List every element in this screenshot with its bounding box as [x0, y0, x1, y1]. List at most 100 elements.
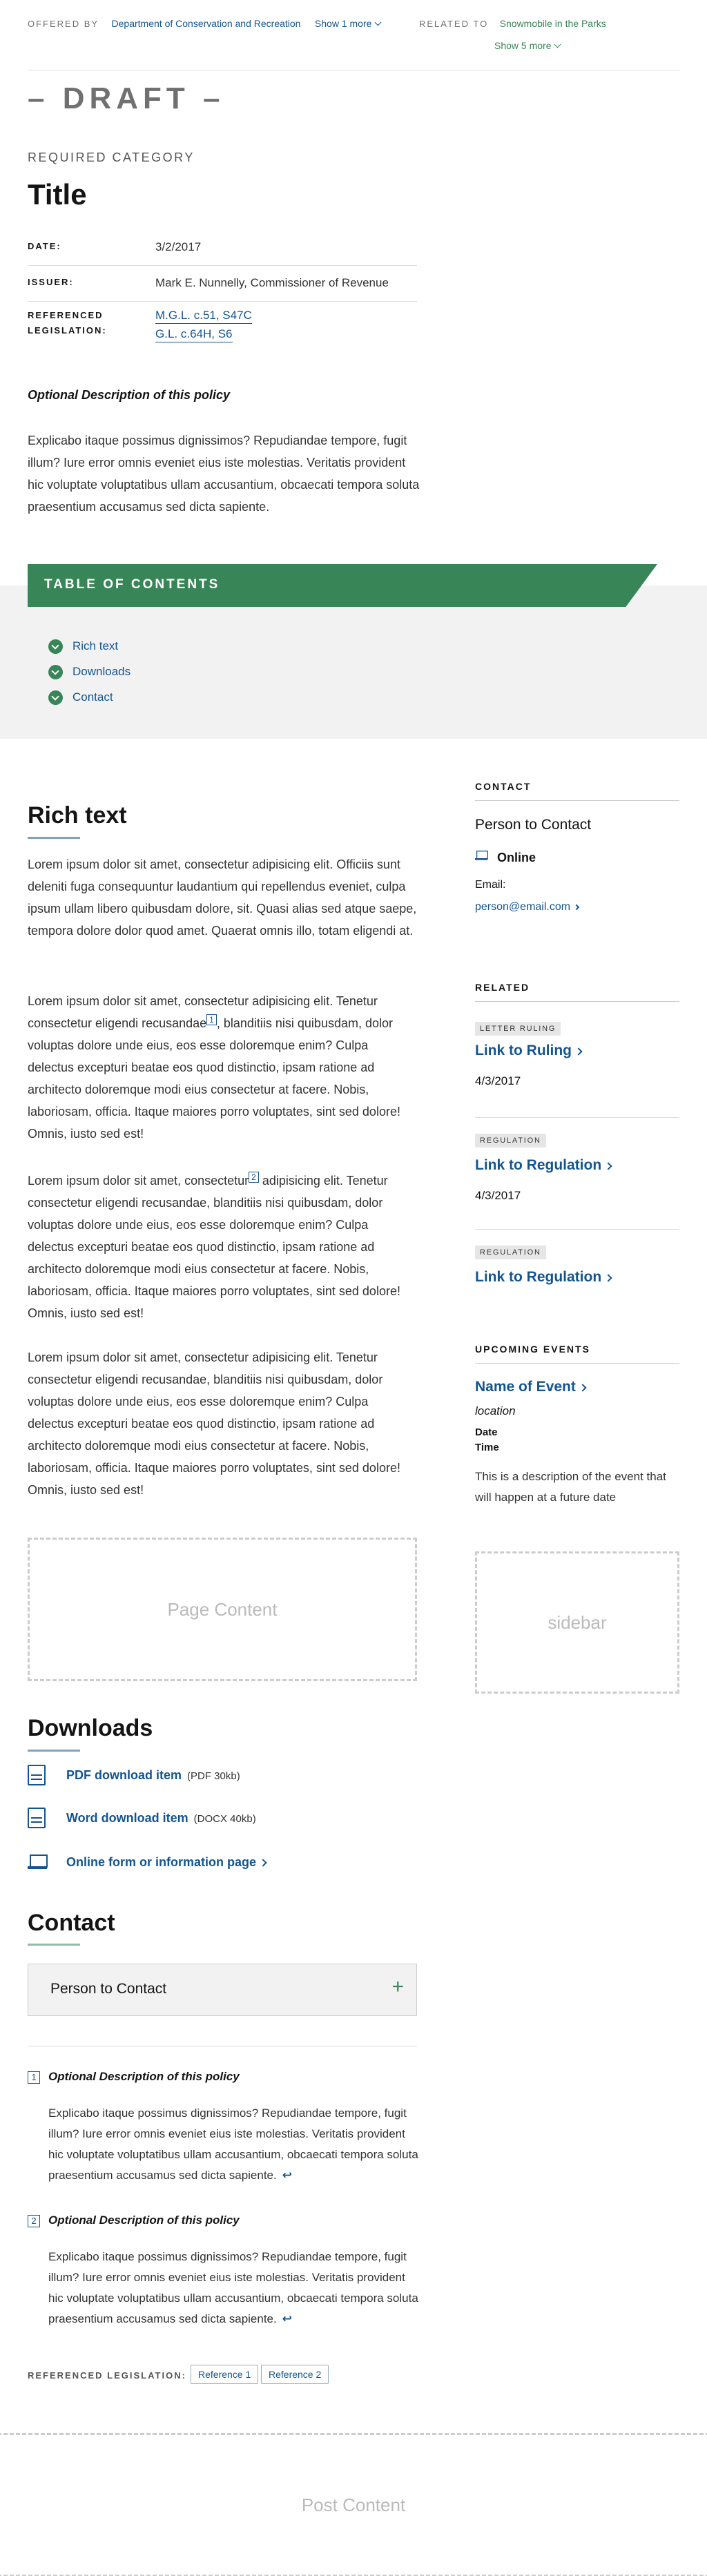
footnote-ref-1[interactable]: 1 [206, 1014, 217, 1025]
references-label: REFERENCED LEGISLATION: [28, 2370, 186, 2381]
related-badge: REGULATION [475, 1246, 546, 1259]
event-time: Time [475, 1442, 499, 1453]
rich-text-paragraph-3: Lorem ipsum dolor sit amet, consectetur 2… [28, 1172, 400, 1320]
sidebar-contact-heading: CONTACT [475, 781, 679, 801]
event-location: location [475, 1404, 516, 1417]
word-file-meta: (DOCX 40kb) [193, 1813, 256, 1825]
show-more-related-button[interactable]: Show 5 more [494, 40, 561, 51]
plus-icon: + [391, 1975, 404, 1998]
chevron-down-circle-icon [48, 665, 63, 680]
toc-background [0, 585, 707, 739]
sidebar-email-link[interactable]: person@email.com [475, 901, 580, 913]
download-item-online: Online form or information page [28, 1852, 417, 1875]
footnote-heading: Optional Description of this policy [48, 2214, 240, 2227]
related-date: 4/3/2017 [475, 1074, 521, 1087]
pdf-download-link[interactable]: PDF download item [66, 1768, 182, 1782]
contact-accordion[interactable]: Person to Contact + [28, 1964, 417, 2016]
toc-title: TABLE OF CONTENTS [44, 577, 220, 592]
sidebar-contact-name: Person to Contact [475, 817, 592, 833]
legislation-row: REFERENCED LEGISLATION: M.G.L. c.51, S47… [28, 308, 417, 349]
online-form-link[interactable]: Online form or information page [66, 1855, 267, 1870]
laptop-icon [28, 1854, 48, 1870]
heading-rule [28, 1944, 80, 1946]
related-to-link[interactable]: Snowmobile in the Parks [500, 18, 606, 29]
rich-text-paragraph-1: Lorem ipsum dolor sit amet, consectetur … [28, 858, 417, 938]
reference-1-button[interactable]: Reference 1 [191, 2365, 259, 2384]
footnote-heading: Optional Description of this policy [48, 2070, 240, 2083]
sidebar-placeholder: sidebar [475, 1551, 679, 1694]
arrow-right-icon [573, 904, 580, 911]
top-meta-bar: OFFERED BY Department of Conservation an… [28, 18, 679, 70]
related-date: 4/3/2017 [475, 1189, 521, 1202]
arrow-right-icon [604, 1162, 612, 1170]
legislation-label: REFERENCED LEGISLATION: [28, 310, 107, 336]
offered-by-link[interactable]: Department of Conservation and Recreatio… [112, 18, 301, 29]
related-badge: LETTER RULING [475, 1022, 561, 1036]
issuer-row: ISSUER: Mark E. Nunnelly, Commissioner o… [28, 266, 417, 302]
download-item-word: Word download item (DOCX 40kb) [28, 1808, 417, 1831]
date-label: DATE: [28, 241, 61, 251]
footnote-ref-2[interactable]: 2 [249, 1172, 259, 1183]
footnote-1-header: 1 Optional Description of this policy [28, 2070, 240, 2084]
return-arrow-icon[interactable]: ↩ [282, 2312, 292, 2325]
legislation-link-2[interactable]: G.L. c.64H, S6 [155, 327, 233, 342]
page-content-placeholder: Page Content [28, 1538, 417, 1681]
toc-item-downloads[interactable]: Downloads [48, 665, 130, 680]
footnote-1-text: Explicabo itaque possimus dignissimos? R… [48, 2107, 418, 2182]
arrow-right-icon [604, 1274, 612, 1282]
offered-by-label: OFFERED BY [28, 19, 99, 29]
sidebar-related-heading: RELATED [475, 982, 679, 1002]
footnote-number: 1 [28, 2071, 40, 2084]
related-link-regulation-2[interactable]: Link to Regulation [475, 1269, 612, 1286]
heading-rule [28, 1750, 80, 1752]
description-heading: Optional Description of this policy [28, 388, 231, 402]
date-row: DATE: 3/2/2017 [28, 235, 417, 266]
contact-heading: Contact [28, 1910, 115, 1936]
event-date: Date [475, 1426, 498, 1438]
rich-text-paragraph-2: Lorem ipsum dolor sit amet, consectetur … [28, 994, 400, 1141]
toc-item-contact[interactable]: Contact [48, 690, 113, 706]
page: OFFERED BY Department of Conservation an… [0, 0, 707, 2576]
related-to: RELATED TO Snowmobile in the Parks [419, 18, 606, 30]
description-text: Explicabo itaque possimus dignissimos? R… [28, 434, 420, 514]
related-divider [475, 1117, 679, 1118]
return-arrow-icon[interactable]: ↩ [282, 2169, 292, 2182]
reference-2-button[interactable]: Reference 2 [261, 2365, 329, 2384]
footnote-number: 2 [28, 2215, 40, 2227]
draft-label: – DRAFT – [28, 81, 225, 115]
toc-item-rich-text[interactable]: Rich text [48, 639, 118, 655]
chevron-down-icon [554, 41, 561, 48]
chevron-down-circle-icon [48, 639, 63, 655]
word-file-icon [28, 1808, 46, 1828]
rich-text-paragraph-4: Lorem ipsum dolor sit amet, consectetur … [28, 1350, 400, 1497]
event-description: This is a description of the event that … [475, 1470, 666, 1504]
category-label: REQUIRED CATEGORY [28, 151, 195, 164]
sidebar-events-heading: UPCOMING EVENTS [475, 1344, 679, 1364]
show-more-offered-button[interactable]: Show 1 more [315, 18, 382, 29]
date-value: 3/2/2017 [155, 240, 202, 253]
accordion-title: Person to Contact [50, 1981, 167, 1997]
arrow-right-icon [579, 1384, 587, 1392]
issuer-label: ISSUER: [28, 277, 74, 287]
pdf-file-meta: (PDF 30kb) [187, 1770, 240, 1782]
chevron-down-circle-icon [48, 690, 63, 706]
laptop-icon [475, 851, 488, 860]
arrow-right-icon [574, 1047, 583, 1056]
related-divider [475, 1229, 679, 1230]
sidebar-email-label: Email: [475, 879, 506, 891]
related-link-regulation[interactable]: Link to Regulation [475, 1157, 612, 1174]
post-content-placeholder: Post Content [0, 2433, 707, 2576]
sidebar-online-label: Online [497, 851, 536, 864]
page-title: Title [28, 178, 87, 211]
offered-by: OFFERED BY Department of Conservation an… [28, 18, 382, 30]
legislation-link-1[interactable]: M.G.L. c.51, S47C [155, 308, 252, 324]
sidebar-online: Online [475, 851, 679, 867]
heading-rule [28, 837, 80, 839]
related-link-ruling[interactable]: Link to Ruling [475, 1043, 583, 1059]
related-badge: REGULATION [475, 1134, 546, 1147]
footnote-2-text: Explicabo itaque possimus dignissimos? R… [48, 2250, 418, 2325]
related-to-label: RELATED TO [419, 19, 489, 29]
event-link[interactable]: Name of Event [475, 1379, 587, 1395]
legislation-links: M.G.L. c.51, S47C G.L. c.64H, S6 [155, 308, 252, 342]
word-download-link[interactable]: Word download item [66, 1811, 188, 1825]
